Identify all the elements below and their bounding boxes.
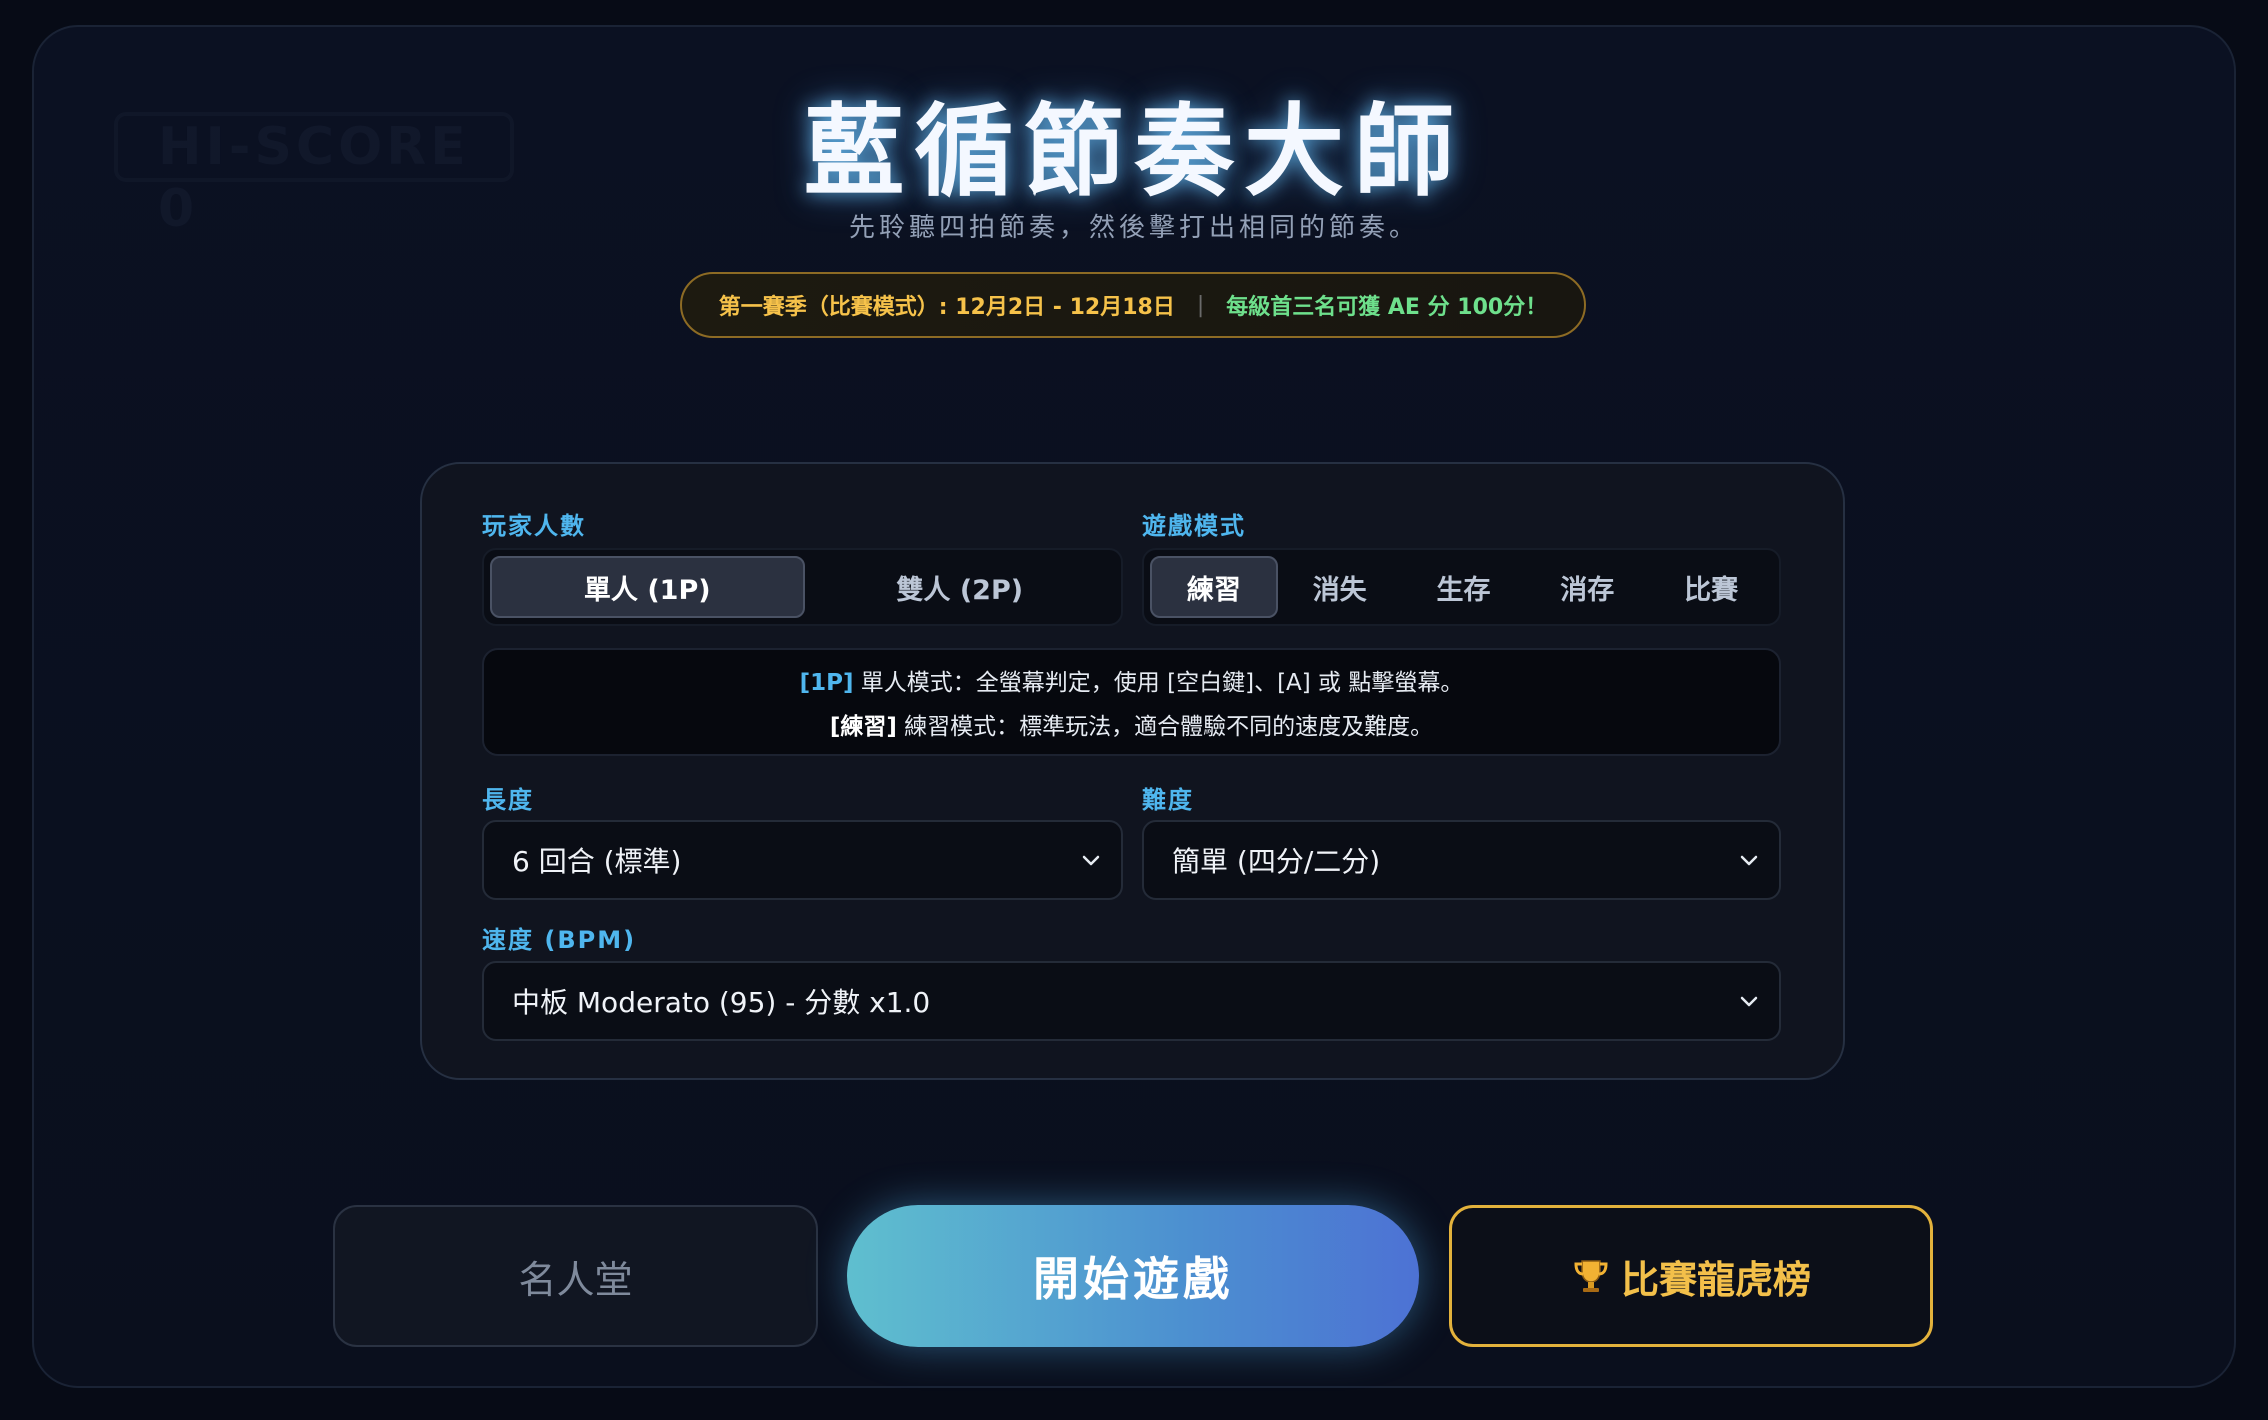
mode-selector: 練習 消失 生存 消存 比賽	[1142, 548, 1781, 626]
mode-option-survival[interactable]: 生存	[1402, 556, 1526, 618]
leaderboard-label: 比賽龍虎榜	[1620, 1257, 1811, 1302]
game-title: 藍循節奏大師	[804, 93, 1464, 210]
difficulty-value: 簡單 (四分/二分)	[1172, 845, 1381, 878]
info-text-1p: 單人模式：全螢幕判定，使用 [空白鍵]、[A] 或 點擊螢幕。	[853, 670, 1464, 696]
mode-option-vanish[interactable]: 消失	[1278, 556, 1402, 618]
season-separator: |	[1196, 292, 1205, 318]
length-label: 長度	[482, 786, 534, 814]
chevron-down-icon	[1740, 855, 1758, 866]
info-line-1: [1P] 單人模式：全螢幕判定，使用 [空白鍵]、[A] 或 點擊螢幕。	[800, 663, 1464, 697]
players-option-2p[interactable]: 雙人 (2P)	[805, 556, 1116, 618]
chevron-down-icon	[1082, 855, 1100, 866]
season-reward: 每級首三名可獲 AE 分 100分！	[1226, 295, 1548, 320]
difficulty-select[interactable]: 簡單 (四分/二分)	[1142, 820, 1781, 900]
chevron-down-icon	[1740, 996, 1758, 1007]
players-label: 玩家人數	[482, 512, 586, 540]
players-selector: 單人 (1P) 雙人 (2P)	[482, 548, 1123, 626]
season-banner: 第一賽季（比賽模式）: 12月2日 - 12月18日 | 每級首三名可獲 AE …	[680, 272, 1586, 338]
mode-option-vanish-survival[interactable]: 消存	[1525, 556, 1649, 618]
players-option-1p[interactable]: 單人 (1P)	[490, 556, 805, 618]
info-tag-1p: [1P]	[799, 670, 854, 696]
game-subtitle: 先聆聽四拍節奏，然後擊打出相同的節奏。	[848, 213, 1419, 243]
season-period: 第一賽季（比賽模式）: 12月2日 - 12月18日	[718, 295, 1175, 320]
hall-of-fame-button[interactable]: 名人堂	[333, 1205, 818, 1347]
leaderboard-button[interactable]: 比賽龍虎榜	[1449, 1205, 1933, 1347]
speed-select[interactable]: 中板 Moderato (95) - 分數 x1.0	[482, 961, 1781, 1041]
mode-label: 遊戲模式	[1142, 512, 1246, 540]
mode-option-practice[interactable]: 練習	[1150, 556, 1278, 618]
start-game-button[interactable]: 開始遊戲	[847, 1205, 1419, 1347]
info-tag-practice: [練習]	[829, 714, 897, 740]
info-text-practice: 練習模式：標準玩法，適合體驗不同的速度及難度。	[896, 714, 1434, 740]
speed-label: 速度 (BPM)	[482, 926, 637, 954]
length-select[interactable]: 6 回合 (標準)	[482, 820, 1123, 900]
speed-value: 中板 Moderato (95) - 分數 x1.0	[512, 986, 931, 1019]
difficulty-label: 難度	[1142, 786, 1194, 814]
mode-info-box: [1P] 單人模式：全螢幕判定，使用 [空白鍵]、[A] 或 點擊螢幕。 [練習…	[482, 648, 1781, 756]
trophy-icon	[1574, 1260, 1608, 1292]
mode-option-competition[interactable]: 比賽	[1649, 556, 1773, 618]
info-line-2: [練習] 練習模式：標準玩法，適合體驗不同的速度及難度。	[830, 707, 1433, 741]
settings-panel: 玩家人數 單人 (1P) 雙人 (2P) 遊戲模式 練習 消失 生存 消存 比賽…	[420, 462, 1845, 1080]
length-value: 6 回合 (標準)	[512, 845, 682, 878]
